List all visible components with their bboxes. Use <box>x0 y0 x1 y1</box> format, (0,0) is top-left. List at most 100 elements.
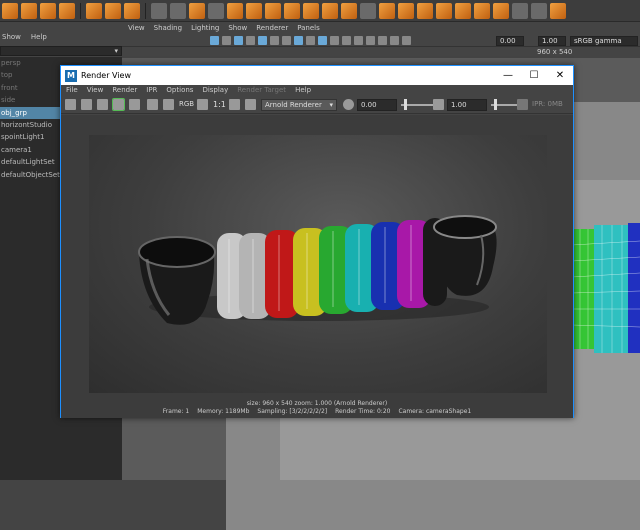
minimize-button[interactable]: — <box>495 70 521 81</box>
menu-render-target: Render Target <box>237 86 287 94</box>
film-gate-icon[interactable] <box>378 36 387 45</box>
render-view-title: Render View <box>81 71 132 80</box>
status-size-line: size: 960 x 540 zoom: 1.000 (Arnold Rend… <box>246 400 388 407</box>
maximize-button[interactable]: ☐ <box>521 70 547 81</box>
chevron-down-icon[interactable]: ▾ <box>114 47 118 55</box>
scale-icon[interactable] <box>197 99 208 110</box>
outliner-menu-help[interactable]: Help <box>31 33 47 44</box>
star-icon[interactable] <box>124 2 140 19</box>
exposure-slider-thumb[interactable] <box>404 99 407 110</box>
status-memory: Memory: 1189Mb <box>197 407 250 415</box>
safe-action-icon[interactable] <box>366 36 375 45</box>
texture-icon[interactable] <box>258 36 267 45</box>
multicut-icon[interactable] <box>398 2 414 19</box>
viewport-wireframe-object[interactable] <box>572 215 640 355</box>
rendered-scene <box>138 215 497 325</box>
aa-icon[interactable] <box>306 36 315 45</box>
split-icon[interactable] <box>474 2 490 19</box>
shadows-icon[interactable] <box>282 36 291 45</box>
gamma-field[interactable]: 1.00 <box>447 99 487 111</box>
render-view-titlebar[interactable]: M Render View — ☐ ✕ <box>61 66 573 85</box>
menu-help[interactable]: Help <box>295 85 311 96</box>
field-chart-icon[interactable] <box>390 36 399 45</box>
render-view-window[interactable]: M Render View — ☐ ✕ File View Render IPR… <box>60 65 574 418</box>
normals-icon[interactable] <box>550 2 566 19</box>
ao-icon[interactable] <box>294 36 303 45</box>
render-region-icon[interactable] <box>81 99 92 110</box>
ipr-render-icon[interactable] <box>112 98 125 111</box>
colorspace-dropdown[interactable]: sRGB gamma <box>570 36 638 46</box>
keep-image-icon[interactable] <box>147 99 158 110</box>
cone-icon[interactable] <box>59 2 75 19</box>
resolution-gate-icon[interactable] <box>354 36 363 45</box>
viewport-menu-panels[interactable]: Panels <box>297 22 320 35</box>
display-settings-icon[interactable] <box>517 99 528 110</box>
joints-icon[interactable] <box>342 36 351 45</box>
pivot-icon[interactable] <box>512 2 528 19</box>
plane-icon[interactable] <box>105 2 121 19</box>
snapshot-icon[interactable] <box>97 99 108 110</box>
history-icon[interactable] <box>531 2 547 19</box>
extrude-icon[interactable] <box>227 2 243 19</box>
gamma-slider-thumb[interactable] <box>494 99 497 110</box>
compare-icon[interactable] <box>245 99 256 110</box>
combine-icon[interactable] <box>265 2 281 19</box>
outliner-menu-show[interactable]: Show <box>2 33 21 44</box>
cube-icon[interactable] <box>21 2 37 19</box>
viewport-menu-renderer[interactable]: Renderer <box>256 22 288 35</box>
menu-options[interactable]: Options <box>166 85 193 96</box>
ratio-button[interactable]: 1:1 <box>213 100 226 109</box>
boolean-icon[interactable] <box>379 2 395 19</box>
isolate-icon[interactable] <box>318 36 327 45</box>
viewport-menu-shading[interactable]: Shading <box>154 22 182 35</box>
menu-display[interactable]: Display <box>202 85 228 96</box>
outliner-search-input[interactable]: ▾ <box>0 46 122 56</box>
clapboard-icon[interactable] <box>65 99 76 110</box>
viewport-menu-lighting[interactable]: Lighting <box>191 22 219 35</box>
shelf-divider <box>80 2 81 19</box>
torus-icon[interactable] <box>86 2 102 19</box>
remove-image-icon[interactable] <box>163 99 174 110</box>
target-weld-icon[interactable] <box>417 2 433 19</box>
menu-file[interactable]: File <box>66 85 78 96</box>
render-canvas-area[interactable] <box>61 115 573 397</box>
menu-render[interactable]: Render <box>112 85 137 96</box>
xray-icon[interactable] <box>330 36 339 45</box>
append-icon[interactable] <box>455 2 471 19</box>
viewport-menu-view[interactable]: View <box>128 22 145 35</box>
frame-image-icon[interactable] <box>229 99 240 110</box>
mirror-icon[interactable] <box>322 2 338 19</box>
smooth-icon[interactable] <box>303 2 319 19</box>
cylinder-icon[interactable] <box>40 2 56 19</box>
renderer-dropdown[interactable]: Arnold Renderer ▾ <box>261 99 337 111</box>
exposure-field[interactable]: 0.00 <box>357 99 397 111</box>
pointer-icon[interactable] <box>170 2 186 19</box>
gamma-field[interactable]: 1.00 <box>538 36 566 46</box>
bridge-icon[interactable] <box>246 2 262 19</box>
lasso-icon[interactable] <box>208 2 224 19</box>
rgb-channel-button[interactable]: RGB <box>179 100 194 108</box>
uv-icon[interactable] <box>341 2 357 19</box>
wireframe-icon[interactable] <box>234 36 243 45</box>
fill-hole-icon[interactable] <box>436 2 452 19</box>
exposure-icon[interactable] <box>343 99 354 110</box>
gamma-icon[interactable] <box>433 99 444 110</box>
slide-icon[interactable] <box>493 2 509 19</box>
refresh-ipr-icon[interactable] <box>129 99 140 110</box>
sphere-icon[interactable] <box>2 2 18 19</box>
renderer-dropdown-value: Arnold Renderer <box>265 101 322 109</box>
camera-icon[interactable] <box>222 36 231 45</box>
snap-icon[interactable] <box>360 2 376 19</box>
exposure-field[interactable]: 0.00 <box>496 36 524 46</box>
grid-icon[interactable] <box>210 36 219 45</box>
separate-icon[interactable] <box>284 2 300 19</box>
text-tool-icon[interactable] <box>151 2 167 19</box>
viewport-menu-show[interactable]: Show <box>228 22 247 35</box>
menu-ipr[interactable]: IPR <box>146 85 157 96</box>
smooth-shade-icon[interactable] <box>246 36 255 45</box>
close-button[interactable]: ✕ <box>547 70 573 81</box>
bevel-icon[interactable] <box>189 2 205 19</box>
exposure-icon[interactable] <box>402 36 411 45</box>
lights-icon[interactable] <box>270 36 279 45</box>
menu-view[interactable]: View <box>87 85 104 96</box>
